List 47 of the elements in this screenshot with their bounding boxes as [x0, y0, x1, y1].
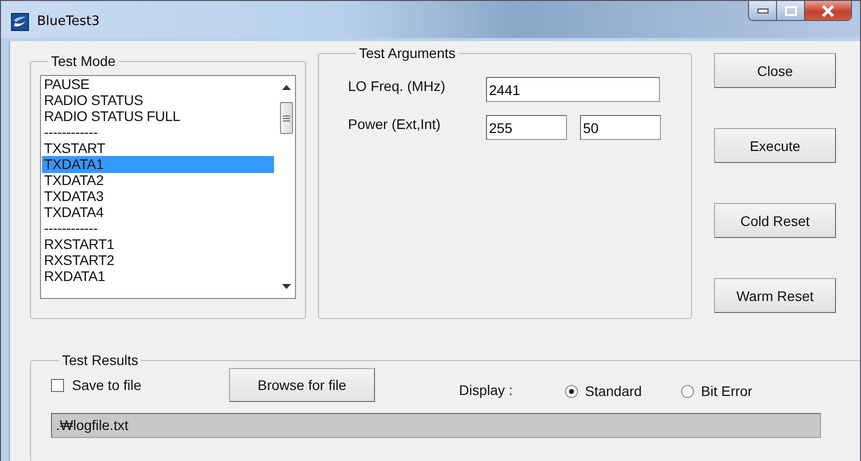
window-title: BlueTest3	[37, 14, 100, 29]
display-radio[interactable]: Bit Error	[681, 383, 797, 399]
list-item[interactable]: ------------	[42, 220, 274, 237]
checkbox[interactable]	[51, 378, 64, 392]
list-item[interactable]: RADIO STATUS	[42, 92, 274, 109]
display-radio[interactable]: Standard	[565, 383, 681, 399]
minimize-button[interactable]	[749, 1, 777, 20]
list-item[interactable]: RADIO STATUS FULL	[42, 108, 274, 125]
display-label: Display :	[459, 382, 514, 398]
radio-circle[interactable]	[565, 384, 578, 398]
minimize-icon	[756, 8, 768, 14]
path-field[interactable]: .₩logfile.txt	[51, 413, 821, 438]
action-button[interactable]: Cold Reset	[714, 203, 836, 238]
group-title: Test Results	[61, 352, 140, 368]
list-item[interactable]: TXDATA2	[42, 172, 274, 189]
save-to-file-checkbox[interactable]: Save to file	[51, 377, 229, 393]
browse-button[interactable]: Browse for file	[229, 368, 375, 402]
list-item[interactable]: TXDATA1	[42, 156, 274, 173]
test-mode-list[interactable]: PAUSE RADIO STATUS RADIO STATUS FULL ------------ TXSTART TXDATA1 TXDATA2 TXDATA3 TXDATA4 ------------ RXSTART1 RXSTART2 RXDATA1	[40, 75, 296, 299]
input-field[interactable]: 50	[580, 115, 661, 140]
grip-icon	[283, 114, 290, 122]
input-field[interactable]: 255	[486, 115, 567, 140]
list-item[interactable]: RXSTART2	[42, 252, 274, 269]
group-title: Test Arguments	[358, 45, 456, 61]
field-label: LO Freq. (MHz)	[348, 77, 446, 94]
list-item[interactable]: TXDATA3	[42, 188, 274, 205]
close-window-button[interactable]	[805, 1, 851, 20]
scroll-thumb[interactable]	[280, 102, 293, 134]
group-title: Test Mode	[50, 53, 117, 69]
list-item[interactable]: ------------	[42, 124, 274, 141]
close-icon	[821, 4, 835, 16]
maximize-button[interactable]	[777, 1, 805, 20]
maximize-icon	[784, 6, 796, 16]
scroll-up-icon[interactable]	[282, 85, 291, 90]
list-item[interactable]: PAUSE	[42, 76, 274, 93]
app-icon	[11, 13, 29, 31]
list-item[interactable]: RXSTART1	[42, 236, 274, 253]
radio-circle[interactable]	[681, 384, 694, 398]
action-button[interactable]: Close	[714, 53, 836, 88]
list-item[interactable]: RXDATA1	[42, 268, 274, 285]
field-label: Power (Ext,Int)	[348, 115, 442, 132]
list-item[interactable]: TXDATA4	[42, 204, 274, 221]
input-field[interactable]: 2441	[486, 77, 660, 102]
scroll-down-icon[interactable]	[282, 284, 291, 289]
list-item[interactable]: TXSTART	[42, 140, 274, 157]
action-button[interactable]: Execute	[714, 128, 836, 163]
action-button[interactable]: Warm Reset	[714, 278, 836, 313]
